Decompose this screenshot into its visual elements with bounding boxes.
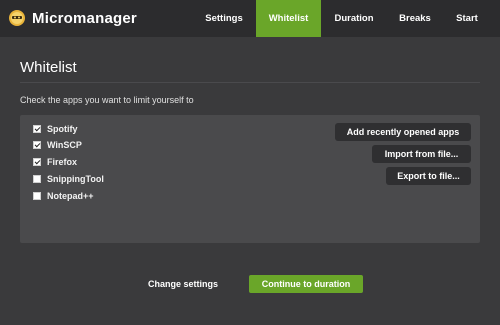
top-bar: Micromanager Settings Whitelist Duration… [0,0,500,37]
tab-breaks[interactable]: Breaks [390,0,440,37]
tab-start[interactable]: Start [448,0,486,37]
title-divider [20,82,480,83]
whitelist-panel: Spotify WinSCP Firefox SnippingTool Note… [20,115,480,243]
checkbox[interactable] [33,158,41,166]
app-row-winscp[interactable]: WinSCP [33,138,82,152]
checkbox[interactable] [33,175,41,183]
continue-to-duration-button[interactable]: Continue to duration [249,275,363,293]
tab-settings[interactable]: Settings [196,0,252,37]
app-label: Firefox [47,157,78,167]
checkbox[interactable] [33,141,41,149]
add-recent-apps-button[interactable]: Add recently opened apps [335,123,471,141]
instruction-text: Check the apps you want to limit yoursel… [20,95,194,105]
app-row-spotify[interactable]: Spotify [33,122,78,136]
app-label: SnippingTool [47,174,104,184]
export-file-button[interactable]: Export to file... [386,167,471,185]
import-file-button[interactable]: Import from file... [372,145,471,163]
app-row-firefox[interactable]: Firefox [33,155,77,169]
checkbox[interactable] [33,125,41,133]
app-label: Spotify [47,124,78,134]
app-label: Notepad++ [47,191,94,201]
micromanager-logo-icon [9,10,25,26]
page-title: Whitelist [20,59,77,76]
brand: Micromanager [8,7,137,29]
tab-whitelist[interactable]: Whitelist [256,0,321,37]
change-settings-button[interactable]: Change settings [140,276,226,292]
app-label: WinSCP [47,140,82,150]
app-row-snippingtool[interactable]: SnippingTool [33,172,104,186]
app-title: Micromanager [32,9,137,27]
checkbox[interactable] [33,192,41,200]
app-row-notepadpp[interactable]: Notepad++ [33,189,94,203]
tab-duration[interactable]: Duration [326,0,382,37]
